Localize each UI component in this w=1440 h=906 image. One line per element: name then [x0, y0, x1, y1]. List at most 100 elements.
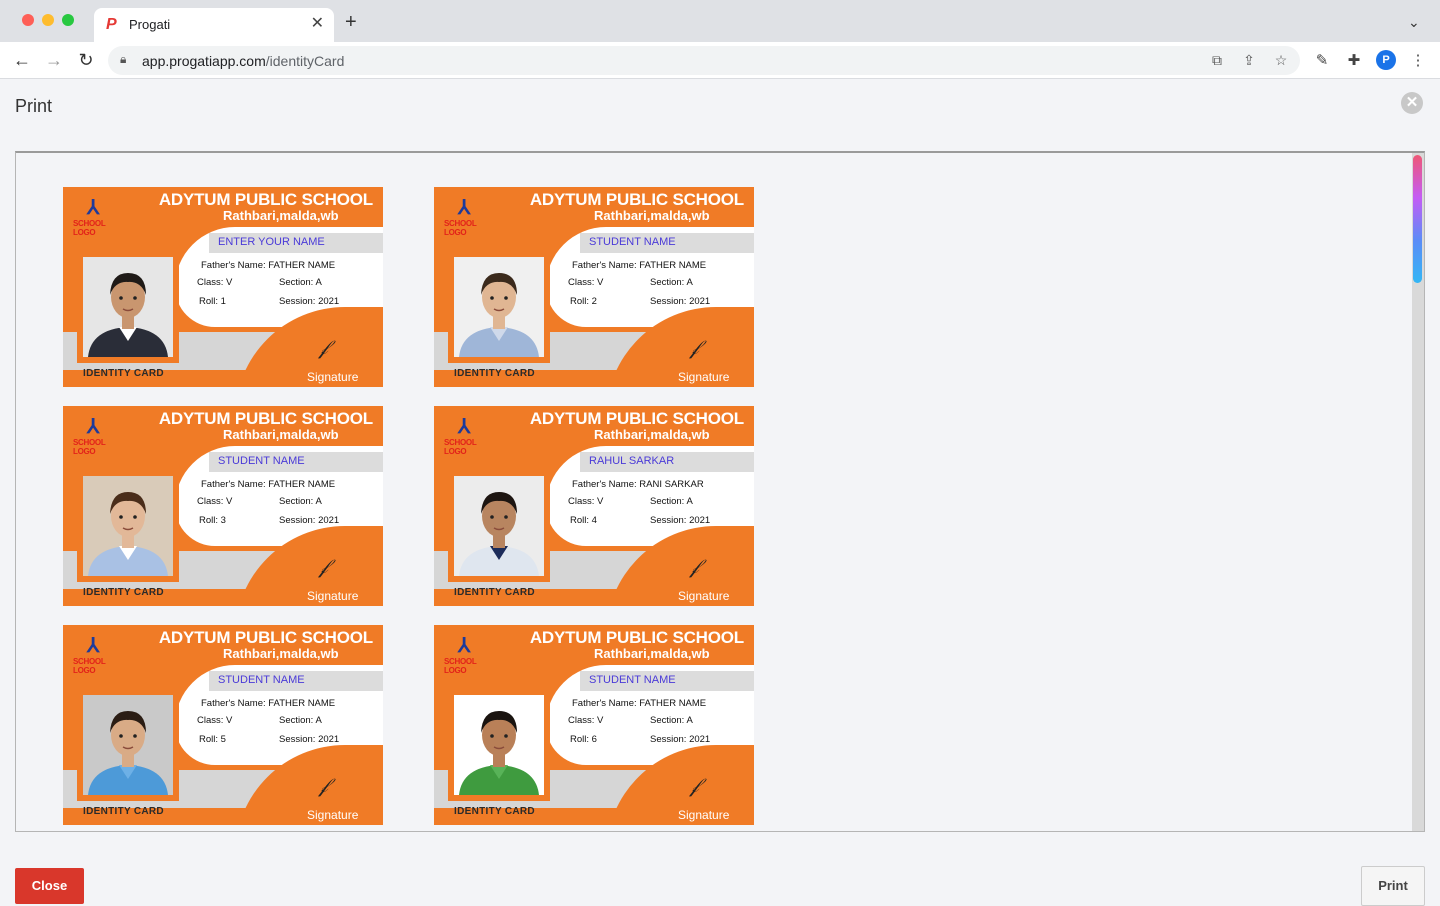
student-section: Section: A [279, 715, 322, 726]
signature-label: Signature [678, 589, 730, 603]
student-session: Session: 2021 [650, 734, 711, 745]
student-photo [454, 476, 544, 576]
open-in-app-icon[interactable]: ⧉ [1208, 51, 1226, 69]
signature-label: Signature [678, 370, 730, 384]
dialog-close-icon[interactable]: ✕ [1401, 92, 1423, 114]
student-roll: Roll: 6 [570, 734, 597, 745]
student-section: Section: A [650, 277, 693, 288]
student-photo [454, 695, 544, 795]
identity-card-label: IDENTITY CARD [454, 806, 535, 817]
back-arrow-icon[interactable]: ← [10, 48, 34, 72]
student-roll: Roll: 2 [570, 296, 597, 307]
window-minimize-icon[interactable] [42, 14, 54, 26]
scrollbar-track[interactable] [1412, 153, 1424, 831]
browser-menu-icon[interactable]: ⋮ [1408, 51, 1428, 71]
id-card: ⅄ SCHOOL LOGO ADYTUM PUBLIC SCHOOL Rathb… [63, 187, 383, 387]
father-name: Father's Name: RANI SARKAR [572, 479, 704, 490]
father-name: Father's Name: FATHER NAME [201, 260, 336, 271]
school-name: ADYTUM PUBLIC SCHOOL [529, 628, 744, 647]
extensions-puzzle-icon[interactable]: ✚ [1344, 51, 1364, 71]
browser-tab[interactable]: P Progati ✕ [94, 8, 334, 42]
forward-arrow-icon[interactable]: → [42, 48, 66, 72]
print-button[interactable]: Print [1361, 866, 1425, 906]
student-section: Section: A [279, 496, 322, 507]
student-section: Section: A [650, 715, 693, 726]
school-logo: ⅄ SCHOOL LOGO [444, 414, 492, 456]
father-name: Father's Name: FATHER NAME [201, 479, 336, 490]
address-bar[interactable]: 🔒︎ app.progatiapp.com/identityCard ⧉ ⇪ ☆ [108, 46, 1300, 75]
student-photo [454, 257, 544, 357]
print-preview-frame[interactable]: ⅄ SCHOOL LOGO ADYTUM PUBLIC SCHOOL Rathb… [15, 151, 1425, 832]
identity-card-label: IDENTITY CARD [83, 587, 164, 598]
bookmark-star-icon[interactable]: ☆ [1272, 51, 1290, 69]
school-address: Rathbari,malda,wb [594, 427, 710, 442]
identity-card-label: IDENTITY CARD [83, 368, 164, 379]
logo-figure-icon: ⅄ [87, 635, 100, 657]
school-address: Rathbari,malda,wb [223, 646, 339, 661]
school-address: Rathbari,malda,wb [223, 208, 339, 223]
id-card: ⅄ SCHOOL LOGO ADYTUM PUBLIC SCHOOL Rathb… [434, 406, 754, 606]
identity-card-label: IDENTITY CARD [454, 368, 535, 379]
student-section: Section: A [279, 277, 322, 288]
logo-figure-icon: ⅄ [458, 416, 471, 438]
browser-toolbar: ← → ↻ 🔒︎ app.progatiapp.com/identityCard… [0, 42, 1440, 79]
signature-scribble-icon: 𝒻 [319, 337, 328, 359]
student-section: Section: A [650, 496, 693, 507]
url-text[interactable]: app.progatiapp.com/identityCard [142, 53, 344, 69]
student-name: RAHUL SARKAR [589, 455, 675, 467]
id-card: ⅄ SCHOOL LOGO ADYTUM PUBLIC SCHOOL Rathb… [63, 625, 383, 825]
signature-scribble-icon: 𝒻 [319, 775, 328, 797]
share-icon[interactable]: ⇪ [1240, 51, 1258, 69]
logo-figure-icon: ⅄ [458, 635, 471, 657]
logo-text: SCHOOL LOGO [73, 438, 106, 456]
school-logo: ⅄ SCHOOL LOGO [444, 633, 492, 675]
window-maximize-icon[interactable] [62, 14, 74, 26]
school-logo: ⅄ SCHOOL LOGO [73, 633, 121, 675]
student-name: ENTER YOUR NAME [218, 236, 325, 248]
student-session: Session: 2021 [650, 296, 711, 307]
url-host: app.progatiapp.com [142, 53, 266, 69]
school-name: ADYTUM PUBLIC SCHOOL [158, 190, 373, 209]
new-tab-icon[interactable]: + [345, 12, 357, 32]
eyedropper-extension-icon[interactable]: ✎ [1312, 51, 1332, 71]
logo-text: SCHOOL LOGO [444, 438, 477, 456]
scrollbar-thumb[interactable] [1413, 155, 1422, 283]
student-class: Class: V [197, 715, 233, 726]
school-address: Rathbari,malda,wb [223, 427, 339, 442]
student-session: Session: 2021 [279, 515, 340, 526]
student-roll: Roll: 5 [199, 734, 226, 745]
father-name: Father's Name: FATHER NAME [572, 260, 707, 271]
tab-close-icon[interactable]: ✕ [311, 15, 324, 33]
signature-label: Signature [307, 589, 359, 603]
student-photo [83, 257, 173, 357]
close-button[interactable]: Close [15, 868, 84, 904]
school-logo: ⅄ SCHOOL LOGO [73, 195, 121, 237]
reload-icon[interactable]: ↻ [74, 48, 98, 72]
dialog-title: Print [15, 96, 53, 116]
signature-label: Signature [307, 370, 359, 384]
profile-avatar[interactable]: P [1376, 50, 1396, 70]
signature-scribble-icon: 𝒻 [690, 337, 699, 359]
signature-label: Signature [678, 808, 730, 822]
signature-label: Signature [307, 808, 359, 822]
logo-figure-icon: ⅄ [458, 197, 471, 219]
student-name: STUDENT NAME [589, 674, 676, 686]
school-name: ADYTUM PUBLIC SCHOOL [529, 409, 744, 428]
logo-figure-icon: ⅄ [87, 197, 100, 219]
signature-scribble-icon: 𝒻 [690, 775, 699, 797]
student-session: Session: 2021 [279, 296, 340, 307]
browser-tab-bar: P Progati ✕ + ⌄ [0, 0, 1440, 42]
student-photo [83, 476, 173, 576]
student-roll: Roll: 3 [199, 515, 226, 526]
father-name: Father's Name: FATHER NAME [572, 698, 707, 709]
school-name: ADYTUM PUBLIC SCHOOL [529, 190, 744, 209]
school-address: Rathbari,malda,wb [594, 208, 710, 223]
school-name: ADYTUM PUBLIC SCHOOL [158, 409, 373, 428]
school-logo: ⅄ SCHOOL LOGO [444, 195, 492, 237]
id-card: ⅄ SCHOOL LOGO ADYTUM PUBLIC SCHOOL Rathb… [434, 187, 754, 387]
window-close-icon[interactable] [22, 14, 34, 26]
tab-search-chevron-icon[interactable]: ⌄ [1408, 14, 1420, 31]
student-class: Class: V [568, 715, 604, 726]
student-name: STUDENT NAME [218, 674, 305, 686]
lock-icon[interactable]: 🔒︎ [120, 52, 126, 67]
